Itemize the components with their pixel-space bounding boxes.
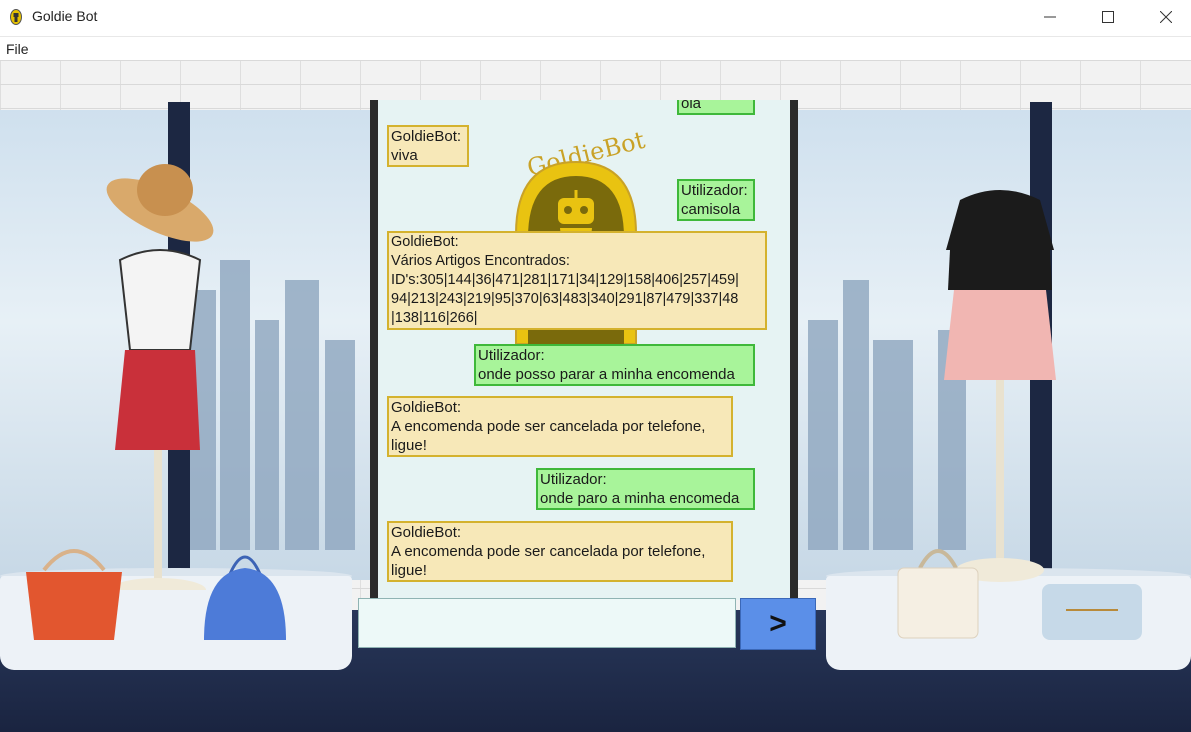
mannequin-left (106, 164, 214, 590)
menu-file[interactable]: File (6, 41, 29, 57)
message-bot-7: GoldieBot: A encomenda pode ser cancelad… (387, 521, 733, 582)
maximize-icon (1102, 11, 1114, 23)
light-blue-handbag (1042, 584, 1142, 640)
message-bot-5: GoldieBot: A encomenda pode ser cancelad… (387, 396, 733, 457)
minimize-button[interactable] (1021, 0, 1079, 34)
message-user-0: ola (677, 100, 755, 115)
close-icon (1160, 11, 1172, 23)
chat-panel[interactable]: GoldieBot ola GoldieBot: viva Utilizador… (378, 100, 790, 600)
send-button[interactable]: > (740, 598, 816, 650)
goldie-robot-icon (10, 9, 22, 25)
message-user-4: Utilizador: onde posso parar a minha enc… (474, 344, 755, 386)
message-user-6: Utilizador: onde paro a minha encomeda (536, 468, 755, 510)
blue-handbag (204, 555, 286, 640)
message-bot-1: GoldieBot: viva (387, 125, 469, 167)
window-title: Goldie Bot (32, 8, 98, 24)
message-bot-3: GoldieBot: Vários Artigos Encontrados: I… (387, 231, 767, 330)
message-input[interactable] (358, 598, 736, 648)
title-bar: Goldie Bot (0, 0, 1191, 34)
minimize-icon (1044, 16, 1056, 18)
menu-bar: File (0, 36, 1191, 60)
maximize-button[interactable] (1079, 0, 1137, 34)
beige-handbag (897, 549, 979, 639)
close-button[interactable] (1137, 0, 1191, 34)
shop-window-scene: GoldieBot ola GoldieBot: viva Utilizador… (0, 60, 1191, 732)
mannequin-right (944, 190, 1056, 582)
orange-handbag (26, 549, 122, 640)
message-user-2: Utilizador: camisola (677, 179, 755, 221)
